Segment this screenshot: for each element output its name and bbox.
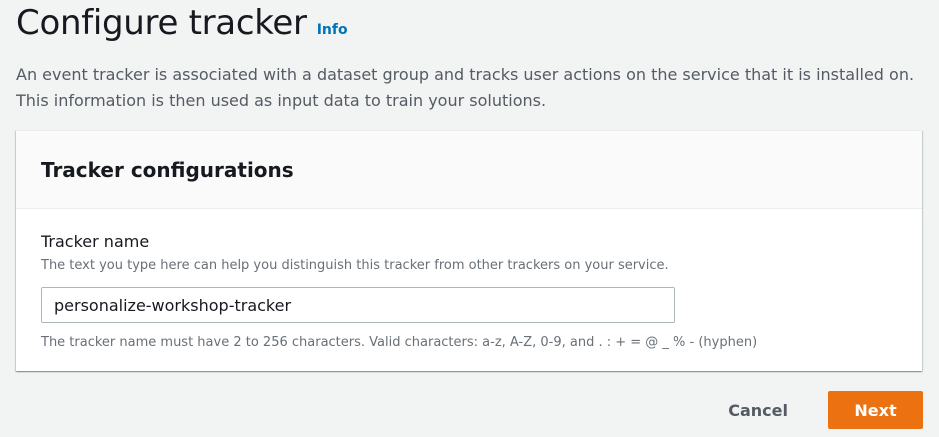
panel-header: Tracker configurations (16, 131, 922, 209)
panel-body: Tracker name The text you type here can … (16, 209, 922, 352)
info-link[interactable]: Info (317, 22, 348, 38)
page-header: Configure tracker Info (16, 0, 348, 50)
tracker-name-label: Tracker name (41, 232, 150, 251)
page-title: Configure tracker (16, 3, 307, 43)
next-button[interactable]: Next (828, 391, 923, 429)
form-actions: Cancel Next (708, 391, 923, 429)
tracker-name-description: The text you type here can help you dist… (41, 258, 669, 273)
tracker-name-input[interactable] (41, 287, 675, 323)
page-description: An event tracker is associated with a da… (16, 65, 915, 110)
panel-title: Tracker configurations (41, 157, 294, 182)
tracker-name-constraint: The tracker name must have 2 to 256 char… (41, 335, 758, 350)
tracker-configurations-panel: Tracker configurations Tracker name The … (16, 130, 922, 371)
cancel-button[interactable]: Cancel (708, 391, 808, 429)
